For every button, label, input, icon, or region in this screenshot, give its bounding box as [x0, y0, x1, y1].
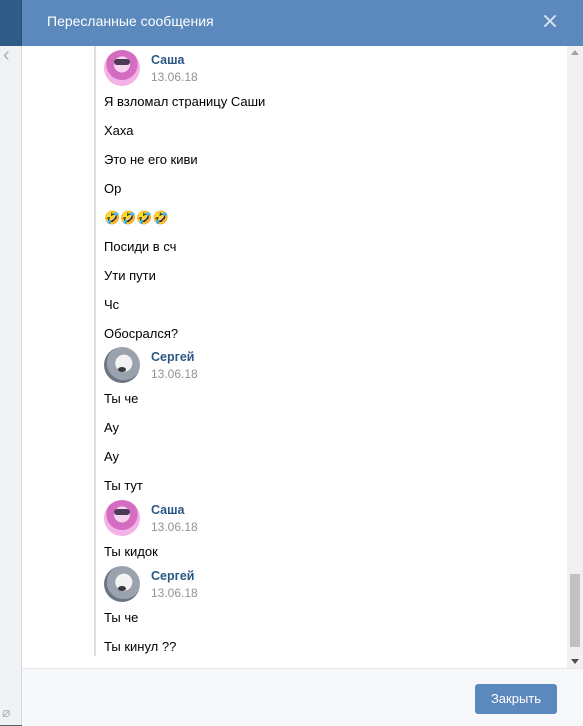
background-topbar: [0, 0, 22, 46]
messages-area: Саша 13.06.18 Я взломал страницу Саши Ха…: [22, 46, 583, 668]
chevron-left-icon: ‹: [3, 44, 10, 66]
message-text: Ау: [104, 449, 120, 464]
scrollbar[interactable]: [567, 46, 583, 668]
message-text: Посиди в сч: [104, 239, 177, 254]
avatar[interactable]: [104, 500, 140, 536]
message-text: 🤣🤣🤣🤣: [104, 210, 169, 225]
dialog-header: Пересланные сообщения: [22, 0, 583, 46]
forwarded-messages-dialog: Пересланные сообщения Саша 13.06.18 Я вз…: [22, 0, 583, 726]
message-date: 13.06.18: [151, 586, 198, 600]
background-page: ‹ ⌀: [0, 0, 22, 725]
message-author: Саша 13.06.18: [104, 500, 198, 544]
message-date: 13.06.18: [151, 520, 198, 534]
author-name[interactable]: Сергей: [151, 350, 194, 364]
author-name[interactable]: Саша: [151, 503, 185, 517]
message-author: Сергей 13.06.18: [104, 347, 198, 391]
message-text: Ау: [104, 420, 120, 435]
scroll-up-icon[interactable]: [571, 50, 579, 55]
message-author: Сергей 13.06.18: [104, 566, 198, 610]
avatar[interactable]: [104, 347, 140, 383]
message-block: Саша 13.06.18 Я взломал страницу Саши Ха…: [104, 50, 265, 355]
message-author: Саша 13.06.18: [104, 50, 265, 94]
message-text: Ты че: [104, 610, 139, 625]
avatar[interactable]: [104, 566, 140, 602]
dialog-title: Пересланные сообщения: [47, 13, 214, 29]
message-text: Ути пути: [104, 268, 156, 283]
message-date: 13.06.18: [151, 367, 198, 381]
message-text: Я взломал страницу Саши: [104, 94, 266, 109]
message-text: Это не его киви: [104, 152, 198, 167]
message-text: Ор: [104, 181, 122, 196]
scroll-down-icon[interactable]: [571, 659, 579, 664]
dialog-footer: Закрыть: [22, 668, 583, 726]
message-text: Хаха: [104, 123, 134, 138]
scrollbar-thumb[interactable]: [570, 574, 580, 647]
message-block: Сергей 13.06.18 Ты че Ау Ау Ты тут: [104, 347, 198, 507]
attachment-icon: ⌀: [2, 704, 11, 720]
message-text: Чс: [104, 297, 120, 312]
close-button[interactable]: Закрыть: [475, 684, 557, 714]
forward-thread-line: [94, 46, 96, 656]
message-block: Сергей 13.06.18 Ты че Ты кинул ??: [104, 566, 198, 668]
message-date: 13.06.18: [151, 70, 198, 84]
avatar[interactable]: [104, 50, 140, 86]
message-block: Саша 13.06.18 Ты кидок: [104, 500, 198, 573]
close-icon[interactable]: [541, 12, 559, 30]
message-text: Ты че: [104, 391, 139, 406]
message-text: Ты кинул ??: [104, 639, 177, 654]
author-name[interactable]: Сергей: [151, 569, 194, 583]
author-name[interactable]: Саша: [151, 53, 185, 67]
